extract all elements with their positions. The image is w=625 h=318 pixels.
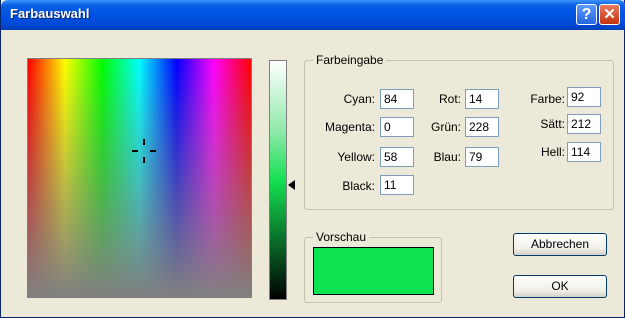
saturation-field[interactable] (567, 114, 601, 134)
color-input-group-title: Farbeingabe (313, 53, 387, 67)
luminance-arrow-icon[interactable] (288, 180, 295, 190)
black-field[interactable] (380, 175, 414, 195)
preview-swatch (313, 247, 434, 295)
blue-field[interactable] (465, 147, 499, 167)
title-bar: Farbauswahl ? ✕ (1, 0, 625, 30)
help-button[interactable]: ? (576, 4, 597, 25)
magenta-label: Magenta: (324, 120, 375, 134)
magenta-field[interactable] (380, 117, 414, 137)
hue-field[interactable] (567, 87, 601, 107)
lightness-label: Hell: (540, 145, 565, 159)
window-title: Farbauswahl (10, 6, 90, 21)
blue-label: Blau: (433, 150, 461, 164)
red-field[interactable] (465, 89, 499, 109)
red-label: Rot: (438, 92, 461, 106)
palette-saturation-overlay (28, 59, 251, 297)
color-dialog-window: Farbauswahl ? ✕ Farbeingabe Cyan: Magent… (0, 0, 625, 318)
luminance-slider[interactable] (269, 60, 287, 300)
cyan-label: Cyan: (343, 92, 375, 106)
crosshair-icon[interactable] (132, 139, 156, 163)
green-field[interactable] (465, 117, 499, 137)
green-label: Grün: (430, 120, 461, 134)
preview-group-title: Vorschau (313, 230, 370, 244)
yellow-field[interactable] (380, 147, 414, 167)
ok-button[interactable]: OK (513, 275, 607, 298)
cancel-button[interactable]: Abbrechen (513, 233, 607, 256)
yellow-label: Yellow: (337, 150, 375, 164)
hue-label: Farbe: (530, 92, 565, 106)
color-palette[interactable] (27, 58, 252, 298)
lightness-field[interactable] (567, 142, 601, 162)
color-input-group: Farbeingabe Cyan: Magenta: Yellow: Black… (304, 53, 614, 210)
black-label: Black: (342, 179, 375, 193)
saturation-label: Sätt: (540, 117, 565, 131)
close-button[interactable]: ✕ (599, 4, 620, 25)
cyan-field[interactable] (380, 89, 414, 109)
